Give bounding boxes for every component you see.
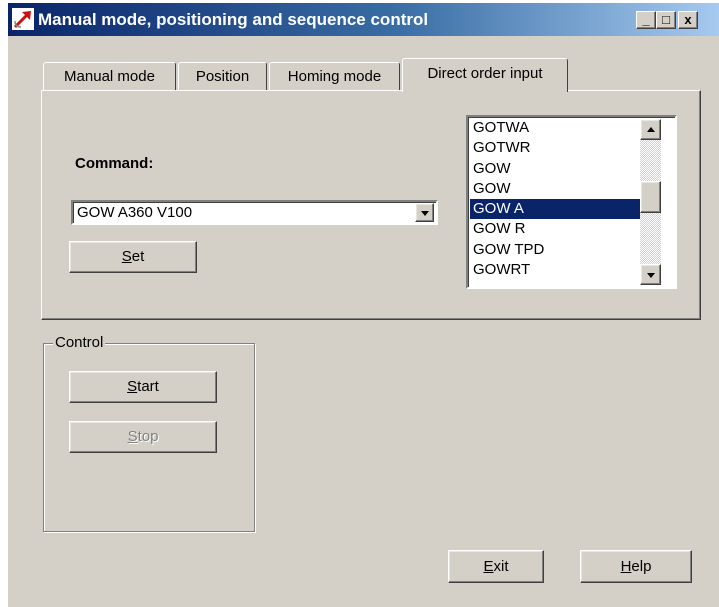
list-item[interactable]: GOW R bbox=[470, 219, 640, 239]
list-item[interactable]: GOW TPD bbox=[470, 240, 640, 260]
scroll-down-button[interactable] bbox=[640, 264, 661, 285]
window-title: Manual mode, positioning and sequence co… bbox=[38, 10, 429, 29]
app-window: Manual mode, positioning and sequence co… bbox=[8, 3, 719, 607]
command-combobox[interactable]: GOW A360 V100 bbox=[71, 200, 438, 225]
scroll-up-icon bbox=[646, 126, 655, 132]
scroll-down-icon bbox=[646, 272, 655, 278]
exit-button[interactable]: Exit bbox=[448, 550, 544, 583]
stop-button[interactable]: Stop bbox=[69, 421, 217, 453]
close-icon: x bbox=[684, 12, 692, 27]
maximize-button[interactable]: □ bbox=[656, 11, 676, 29]
command-listbox[interactable]: GOTWA GOTWR GOW GOW GOW A GOW R GOW TPD … bbox=[466, 115, 677, 289]
list-item[interactable]: GOW bbox=[470, 179, 640, 199]
command-label: Command: bbox=[75, 155, 154, 172]
tab-position[interactable]: Position bbox=[178, 62, 267, 91]
tab-direct-order-input[interactable]: Direct order input bbox=[402, 58, 568, 92]
start-button[interactable]: Start bbox=[69, 371, 217, 403]
scroll-up-button[interactable] bbox=[640, 119, 661, 140]
command-list: GOTWA GOTWR GOW GOW GOW A GOW R GOW TPD … bbox=[470, 118, 640, 280]
close-button[interactable]: x bbox=[678, 11, 698, 29]
set-button[interactable]: Set bbox=[69, 241, 197, 273]
list-item[interactable]: GOWRT bbox=[470, 260, 640, 280]
tab-manual-mode[interactable]: Manual mode bbox=[43, 62, 176, 91]
list-scrollbar[interactable] bbox=[640, 119, 661, 285]
list-item[interactable]: GOW bbox=[470, 159, 640, 179]
title-bar[interactable]: Manual mode, positioning and sequence co… bbox=[8, 3, 719, 36]
scroll-thumb[interactable] bbox=[640, 181, 661, 213]
maximize-icon: □ bbox=[662, 12, 670, 27]
chevron-down-icon bbox=[420, 210, 429, 216]
tab-homing-mode[interactable]: Homing mode bbox=[269, 62, 400, 91]
command-dropdown-button[interactable] bbox=[415, 203, 434, 222]
control-group-label: Control bbox=[53, 333, 106, 353]
minimize-icon: _ bbox=[642, 12, 650, 27]
list-item[interactable]: GOTWA bbox=[470, 118, 640, 138]
app-arrow-icon bbox=[12, 8, 34, 30]
list-item[interactable]: GOTWR bbox=[470, 138, 640, 158]
list-item-selected[interactable]: GOW A bbox=[470, 199, 640, 220]
minimize-button[interactable]: _ bbox=[636, 11, 656, 29]
command-value: GOW A360 V100 bbox=[77, 204, 193, 221]
help-button[interactable]: Help bbox=[580, 550, 692, 583]
